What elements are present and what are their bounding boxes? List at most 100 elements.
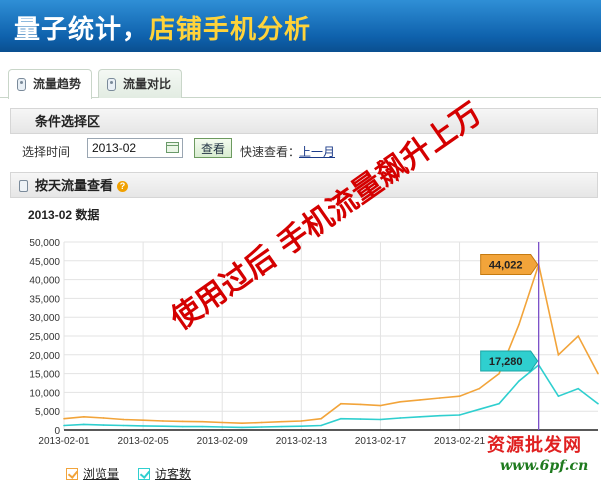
checkbox-icon[interactable] (138, 468, 150, 480)
data-point (597, 402, 599, 405)
data-point (419, 416, 421, 418)
data-point (577, 387, 580, 390)
data-point (300, 425, 303, 428)
legend-page-views[interactable]: 浏览量 (66, 465, 119, 482)
data-point (557, 395, 560, 397)
data-point (142, 419, 144, 422)
data-point (260, 426, 263, 428)
data-point (82, 416, 85, 418)
x-tick-label: 2013-02-05 (118, 436, 170, 447)
y-tick-label: 30,000 (29, 313, 60, 324)
watermark-text: 资源批发网 (487, 435, 582, 456)
data-point (63, 424, 65, 427)
data-point (320, 424, 322, 427)
data-point (142, 425, 144, 427)
series-line-page-views (63, 261, 599, 425)
y-tick-label: 25,000 (29, 332, 60, 343)
data-point (379, 418, 382, 421)
data-point (320, 417, 322, 420)
data-point (162, 420, 164, 422)
filter-row: 选择时间 查看 快速查看： 上一月 (10, 135, 598, 163)
data-point (478, 387, 481, 390)
phone-icon (17, 78, 26, 91)
tab-traffic-trend[interactable]: 流量趋势 (8, 69, 93, 99)
data-point (122, 418, 125, 421)
banner-title-part1: 量子统计， (14, 15, 150, 45)
data-point (498, 402, 500, 405)
app-banner: 量子统计，店铺手机分析 (0, 0, 601, 52)
data-point (280, 420, 283, 423)
data-point (399, 401, 402, 403)
y-tick-label: 5,000 (35, 407, 60, 418)
banner-title: 量子统计，店铺手机分析 (14, 9, 311, 46)
traffic-line-chart: 50,000 45,000 40,000 35,000 30,000 25,000 20,0… (29, 238, 599, 447)
chart-title: 2013-02 数据 (28, 208, 100, 222)
data-point (122, 424, 125, 427)
legend-label: 访客数 (155, 467, 192, 481)
data-point (201, 425, 204, 428)
data-point (102, 424, 105, 426)
quick-view-label: 快速查看： (240, 145, 301, 159)
view-button[interactable]: 查看 (194, 138, 232, 158)
phone-icon (107, 78, 116, 91)
y-tick-label: 10,000 (29, 388, 60, 399)
daily-heading-text: 按天流量查看 (35, 178, 114, 193)
daily-section-heading: 按天流量查看? (10, 172, 598, 198)
data-point (102, 417, 105, 419)
tab-label: 流量对比 (123, 77, 172, 91)
x-tick-label: 2013-02-09 (197, 436, 249, 447)
banner-title-part2: 店铺手机分析 (149, 15, 312, 45)
data-point (597, 372, 599, 375)
data-point (340, 417, 342, 420)
data-point (518, 323, 520, 326)
filter-heading-text: 条件选择区 (35, 114, 101, 129)
tooltip-value: 17,280 (489, 356, 523, 368)
watermark-url: www.6pf.cn (500, 458, 589, 474)
y-tick-label: 15,000 (29, 370, 60, 381)
x-tick-label: 2013-02-21 (434, 436, 486, 447)
data-point (221, 426, 224, 428)
data-point (359, 403, 362, 406)
data-point (419, 399, 421, 401)
data-point (63, 417, 65, 420)
data-point (458, 395, 461, 397)
data-point (458, 414, 461, 416)
tooltip-value: 44,022 (489, 259, 523, 271)
calendar-icon[interactable] (166, 142, 179, 153)
data-point (221, 421, 224, 424)
y-tick-label: 20,000 (29, 351, 60, 362)
data-point (399, 417, 402, 419)
phone-icon (19, 180, 28, 192)
data-point (359, 418, 362, 420)
data-point (181, 425, 184, 428)
filter-section-heading: 条件选择区 (10, 108, 598, 134)
y-tick-label: 50,000 (29, 238, 60, 249)
help-icon[interactable]: ? (117, 181, 129, 192)
data-point (478, 408, 481, 411)
data-point (82, 423, 85, 426)
data-point (181, 420, 184, 423)
y-tick-label: 35,000 (29, 294, 60, 305)
legend-visitors[interactable]: 访客数 (138, 465, 191, 482)
checkbox-icon[interactable] (66, 468, 78, 480)
select-time-label: 选择时间 (22, 145, 71, 159)
data-point (241, 426, 243, 429)
data-point (577, 335, 580, 337)
data-point (557, 354, 560, 356)
x-tick-label: 2013-02-17 (355, 436, 407, 447)
data-point (438, 397, 441, 399)
series-line-visitors (63, 363, 599, 429)
tab-label: 流量趋势 (33, 77, 82, 91)
data-point (280, 425, 283, 428)
legend-label: 浏览量 (83, 467, 120, 481)
data-point (379, 404, 382, 407)
tab-bar: 流量趋势 流量对比 (0, 62, 601, 99)
prev-month-link[interactable]: 上一月 (299, 143, 335, 160)
tab-traffic-compare[interactable]: 流量对比 (98, 69, 183, 98)
data-point (201, 420, 204, 423)
data-point (241, 422, 243, 425)
x-tick-label: 2013-02-13 (276, 436, 328, 447)
data-point (162, 425, 164, 428)
data-point (518, 380, 520, 382)
y-tick-label: 40,000 (29, 276, 60, 287)
